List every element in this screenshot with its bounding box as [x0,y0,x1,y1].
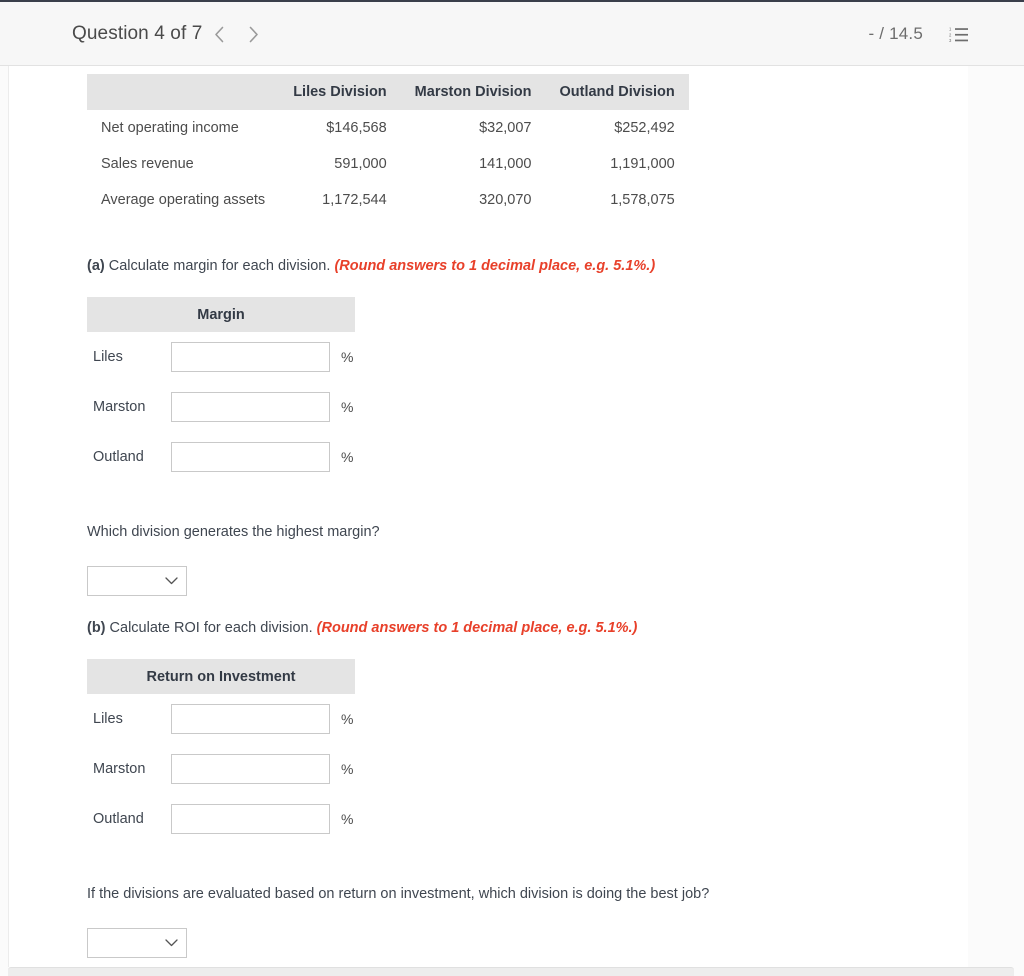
cell-average-operating-assets-marston: 320,070 [479,192,532,208]
margin-answer-table: Margin Liles % Marston % Outland % [87,297,355,482]
svg-text:2: 2 [949,32,952,37]
svg-text:3: 3 [949,38,952,43]
cell-net-operating-income-marston: $32,007 [479,120,532,136]
row-label-sales-revenue: Sales revenue [101,156,194,172]
previous-question-button[interactable] [202,17,236,51]
table-row: Net operating income $146,568 $32,007 $2… [87,110,689,146]
roi-answer-table: Return on Investment Liles % Marston % O… [87,659,355,844]
margin-unit-outland: % [341,449,354,465]
margin-label-outland: Outland [93,449,144,465]
margin-row-liles: Liles % [87,332,355,382]
margin-row-outland: Outland % [87,432,355,482]
cell-net-operating-income-outland: $252,492 [614,120,675,136]
bottom-panel [8,967,1014,976]
roi-label-outland: Outland [93,811,144,827]
cell-sales-revenue-liles: 591,000 [334,156,387,172]
cell-sales-revenue-marston: 141,000 [479,156,532,172]
cell-net-operating-income-liles: $146,568 [326,120,387,136]
roi-input-outland[interactable] [171,804,330,834]
part-a-text: Calculate margin for each division. [108,258,331,274]
best-job-question: If the divisions are evaluated based on … [87,886,710,902]
column-header-blank [87,74,280,110]
roi-unit-outland: % [341,811,354,827]
next-question-button[interactable] [236,17,270,51]
row-label-average-operating-assets: Average operating assets [101,192,266,208]
table-row: Average operating assets 1,172,544 320,0… [87,182,689,218]
margin-input-outland[interactable] [171,442,330,472]
column-header-outland: Outland Division [545,74,689,110]
assignment-page: Question 4 of 7 - / 14.5 1 2 3 Liles Div… [0,0,1024,976]
roi-input-marston[interactable] [171,754,330,784]
margin-label-liles: Liles [93,349,123,365]
question-toolbar: Question 4 of 7 - / 14.5 1 2 3 [0,0,1024,66]
roi-unit-liles: % [341,711,354,727]
part-b-prompt: (b) Calculate ROI for each division. (Ro… [87,620,637,636]
highest-margin-select[interactable] [87,566,187,596]
chevron-left-icon [215,26,224,42]
margin-unit-liles: % [341,349,354,365]
roi-row-marston: Marston % [87,744,355,794]
column-header-marston: Marston Division [400,74,546,110]
score-display: - / 14.5 [868,24,923,43]
row-label-net-operating-income: Net operating income [101,120,239,136]
toolbar-right-group: - / 14.5 1 2 3 [868,2,968,66]
margin-row-marston: Marston % [87,382,355,432]
part-b-text: Calculate ROI for each division. [109,620,313,636]
column-header-liles: Liles Division [279,74,401,110]
margin-input-marston[interactable] [171,392,330,422]
best-job-select[interactable] [87,928,187,958]
question-list-button[interactable]: 1 2 3 [949,26,968,43]
part-b-rounding-hint: (Round answers to 1 decimal place, e.g. … [316,620,638,636]
cell-sales-revenue-outland: 1,191,000 [610,156,675,172]
chevron-right-icon [249,26,258,42]
margin-label-marston: Marston [93,399,146,415]
cell-average-operating-assets-liles: 1,172,544 [322,192,387,208]
roi-label-liles: Liles [93,711,123,727]
toolbar-left-group: Question 4 of 7 [72,2,270,66]
margin-unit-marston: % [341,399,354,415]
part-a-marker: (a) [87,258,105,274]
roi-input-liles[interactable] [171,704,330,734]
numbered-list-icon: 1 2 3 [949,26,968,43]
highest-margin-question: Which division generates the highest mar… [87,524,380,540]
part-a-rounding-hint: (Round answers to 1 decimal place, e.g. … [334,258,656,274]
roi-row-outland: Outland % [87,794,355,844]
part-a-prompt: (a) Calculate margin for each division. … [87,258,655,274]
question-content: Liles Division Marston Division Outland … [8,66,968,967]
cell-average-operating-assets-outland: 1,578,075 [610,192,675,208]
roi-table-header: Return on Investment [87,659,355,694]
question-counter: Question 4 of 7 [72,23,203,44]
chevron-down-icon [165,577,178,585]
margin-input-liles[interactable] [171,342,330,372]
part-b-marker: (b) [87,620,106,636]
table-row: Sales revenue 591,000 141,000 1,191,000 [87,146,689,182]
margin-table-header: Margin [87,297,355,332]
table-header-row: Liles Division Marston Division Outland … [87,74,689,110]
roi-unit-marston: % [341,761,354,777]
roi-label-marston: Marston [93,761,146,777]
svg-text:1: 1 [949,26,952,31]
roi-row-liles: Liles % [87,694,355,744]
division-data-table: Liles Division Marston Division Outland … [87,74,689,218]
chevron-down-icon [165,939,178,947]
